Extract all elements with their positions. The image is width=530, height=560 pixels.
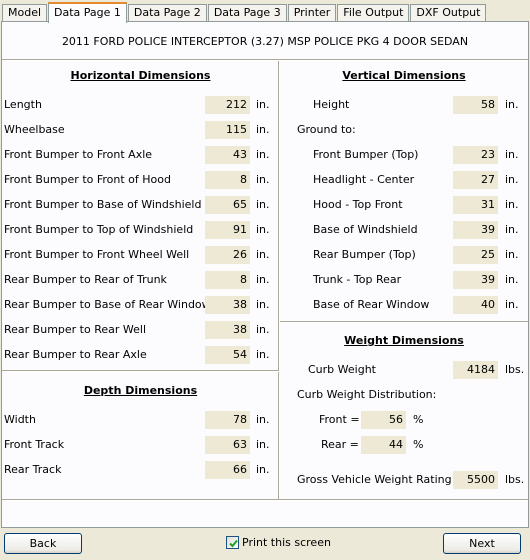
vertical-dimension-value: 25 <box>453 246 498 264</box>
vertical-dimension-value: 39 <box>453 271 498 289</box>
vertical-dimension-unit: in. <box>505 148 519 161</box>
tab-file-output[interactable]: File Output <box>337 4 410 22</box>
vertical-dimension-row: Base of Rear Window 40 in. <box>2 296 528 314</box>
front-distribution-label: Front = <box>319 413 360 426</box>
tab-strip: Model Data Page 1 Data Page 2 Data Page … <box>2 2 487 23</box>
tab-printer[interactable]: Printer <box>287 4 337 22</box>
vertical-dimension-row: Front Bumper (Top) 23 in. <box>2 146 528 164</box>
vertical-dimension-label: Base of Rear Window <box>313 298 430 311</box>
rear-distribution-row: Rear = 44 % <box>2 436 528 454</box>
gvwr-value: 5500 <box>453 471 498 489</box>
curb-weight-label: Curb Weight <box>308 363 376 376</box>
vertical-dimension-value: 27 <box>453 171 498 189</box>
data-page-panel: 2011 FORD POLICE INTERCEPTOR (3.27) MSP … <box>1 21 529 528</box>
horizontal-dimension-label: Rear Bumper to Rear Well <box>4 323 147 336</box>
gvwr-row: Gross Vehicle Weight Rating 5500 lbs. <box>2 471 528 489</box>
rear-distribution-value: 44 <box>361 436 406 454</box>
checkbox-box[interactable] <box>226 535 239 549</box>
footer-bar: Back Print this screen Next <box>0 528 530 560</box>
vertical-dimension-label: Trunk - Top Rear <box>313 273 402 286</box>
vertical-dimension-row: Base of Windshield 39 in. <box>2 221 528 239</box>
vertical-dimension-row: Rear Bumper (Top) 25 in. <box>2 246 528 264</box>
horizontal-dimension-unit: in. <box>256 123 270 136</box>
vehicle-title: 2011 FORD POLICE INTERCEPTOR (3.27) MSP … <box>61 35 469 48</box>
vertical-dimension-row: Headlight - Center 27 in. <box>2 171 528 189</box>
tab-data-page-3[interactable]: Data Page 3 <box>207 4 287 22</box>
vertical-dimension-unit: in. <box>505 173 519 186</box>
front-distribution-unit: % <box>413 413 424 426</box>
tab-model[interactable]: Model <box>2 4 48 22</box>
horizontal-dimensions-title: Horizontal Dimensions <box>70 69 211 82</box>
checkmark-icon <box>229 539 238 547</box>
vertical-dimension-unit: in. <box>505 248 519 261</box>
height-row: Height 58 in. <box>2 96 528 114</box>
vertical-dimension-label: Front Bumper (Top) <box>313 148 419 161</box>
weight-dimensions-title: Weight Dimensions <box>344 334 464 347</box>
rear-distribution-label: Rear = <box>321 438 359 451</box>
vertical-dimension-label: Rear Bumper (Top) <box>313 248 416 261</box>
separator-top <box>2 59 528 61</box>
vertical-dimension-row: Trunk - Top Rear 39 in. <box>2 271 528 289</box>
horizontal-dimension-row: Wheelbase 115 in. <box>2 121 528 139</box>
vertical-dimensions-title: Vertical Dimensions <box>342 69 466 82</box>
vertical-dimension-unit: in. <box>505 223 519 236</box>
tab-data-page-1[interactable]: Data Page 1 <box>48 2 127 23</box>
vertical-dimension-value: 23 <box>453 146 498 164</box>
back-button[interactable]: Back <box>4 533 82 554</box>
front-distribution-value: 56 <box>361 411 406 429</box>
vertical-dimension-row: Hood - Top Front 31 in. <box>2 196 528 214</box>
curb-weight-distribution-label: Curb Weight Distribution: <box>297 388 437 401</box>
tab-dxf-output[interactable]: DXF Output <box>410 4 487 22</box>
horizontal-dimension-value: 115 <box>205 121 250 139</box>
curb-weight-value: 4184 <box>453 361 498 379</box>
vertical-dimension-label: Hood - Top Front <box>313 198 403 211</box>
print-this-screen-label: Print this screen <box>242 535 331 549</box>
gvwr-unit: lbs. <box>505 473 525 486</box>
height-label: Height <box>313 98 350 111</box>
vertical-dimension-label: Headlight - Center <box>313 173 415 186</box>
rear-distribution-unit: % <box>413 438 424 451</box>
height-value: 58 <box>453 96 498 114</box>
vertical-dimension-value: 39 <box>453 221 498 239</box>
front-distribution-row: Front = 56 % <box>2 411 528 429</box>
height-unit: in. <box>505 98 519 111</box>
separator-bottom <box>2 499 528 501</box>
gvwr-label: Gross Vehicle Weight Rating <box>297 473 452 486</box>
tab-data-page-2[interactable]: Data Page 2 <box>127 4 207 22</box>
curb-weight-unit: lbs. <box>505 363 525 376</box>
ground-to-label: Ground to: <box>297 123 356 136</box>
vertical-dimension-unit: in. <box>505 198 519 211</box>
depth-dimensions-title: Depth Dimensions <box>83 384 198 397</box>
vertical-dimension-unit: in. <box>505 273 519 286</box>
horizontal-dimension-unit: in. <box>256 323 270 336</box>
print-this-screen-checkbox[interactable]: Print this screen <box>226 535 331 549</box>
vertical-dimension-label: Base of Windshield <box>313 223 418 236</box>
vertical-dimension-value: 40 <box>453 296 498 314</box>
horizontal-dimension-label: Wheelbase <box>4 123 65 136</box>
next-button[interactable]: Next <box>443 533 521 554</box>
horizontal-dimension-value: 38 <box>205 321 250 339</box>
vertical-dimension-unit: in. <box>505 298 519 311</box>
curb-weight-row: Curb Weight 4184 lbs. <box>2 361 528 379</box>
vertical-dimension-value: 31 <box>453 196 498 214</box>
